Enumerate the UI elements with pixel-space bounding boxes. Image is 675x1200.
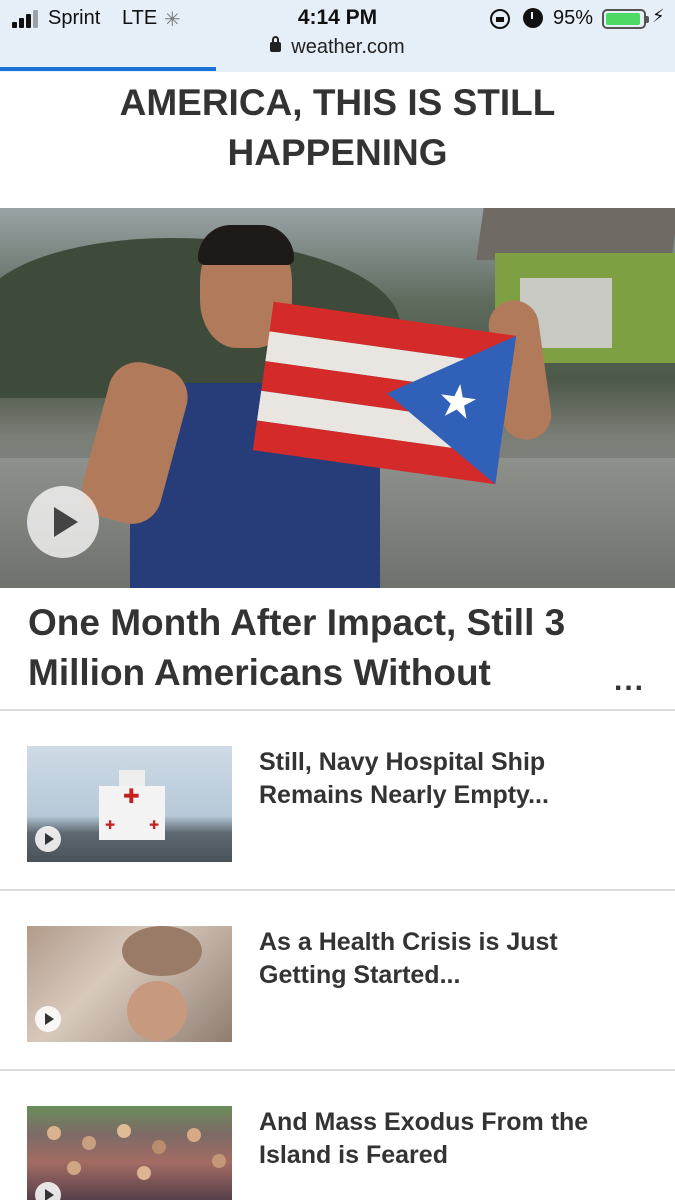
battery-percent: 95% xyxy=(553,7,594,29)
play-icon[interactable] xyxy=(35,826,61,852)
article-title[interactable]: And Mass Exodus From the Island is Feare… xyxy=(259,1106,639,1172)
rotation-lock-icon xyxy=(490,9,510,29)
hero-image[interactable]: ★ xyxy=(0,208,675,588)
play-icon[interactable] xyxy=(35,1182,61,1200)
article-thumbnail-patient[interactable] xyxy=(27,926,232,1042)
page-load-progress xyxy=(0,67,216,71)
main-article-title[interactable]: One Month After Impact, Still 3 Million … xyxy=(28,598,618,698)
banner-headline: AMERICA, THIS IS STILL HAPPENING xyxy=(119,82,556,173)
alarm-icon xyxy=(523,8,543,28)
padlock-icon xyxy=(270,36,282,52)
article-title[interactable]: Still, Navy Hospital Ship Remains Nearly… xyxy=(259,746,639,812)
address-bar[interactable]: weather.com xyxy=(0,36,675,64)
browser-chrome: Sprint LTE ✳ 4:14 PM 95% ⚡ weather.com xyxy=(0,0,675,72)
charging-icon: ⚡ xyxy=(652,6,665,26)
divider xyxy=(0,889,675,891)
play-icon[interactable] xyxy=(27,486,99,558)
divider xyxy=(0,709,675,711)
article-title[interactable]: As a Health Crisis is Just Getting Start… xyxy=(259,926,639,992)
divider xyxy=(0,1069,675,1071)
article-thumbnail-crowd[interactable] xyxy=(27,1106,232,1200)
more-icon[interactable]: ... xyxy=(614,664,645,698)
article-thumbnail-ship[interactable]: ✚ ✚ ✚ xyxy=(27,746,232,862)
url-text: weather.com xyxy=(291,36,405,58)
battery-icon xyxy=(602,9,649,29)
play-icon[interactable] xyxy=(35,1006,61,1032)
status-bar: Sprint LTE ✳ 4:14 PM 95% ⚡ xyxy=(0,0,675,38)
